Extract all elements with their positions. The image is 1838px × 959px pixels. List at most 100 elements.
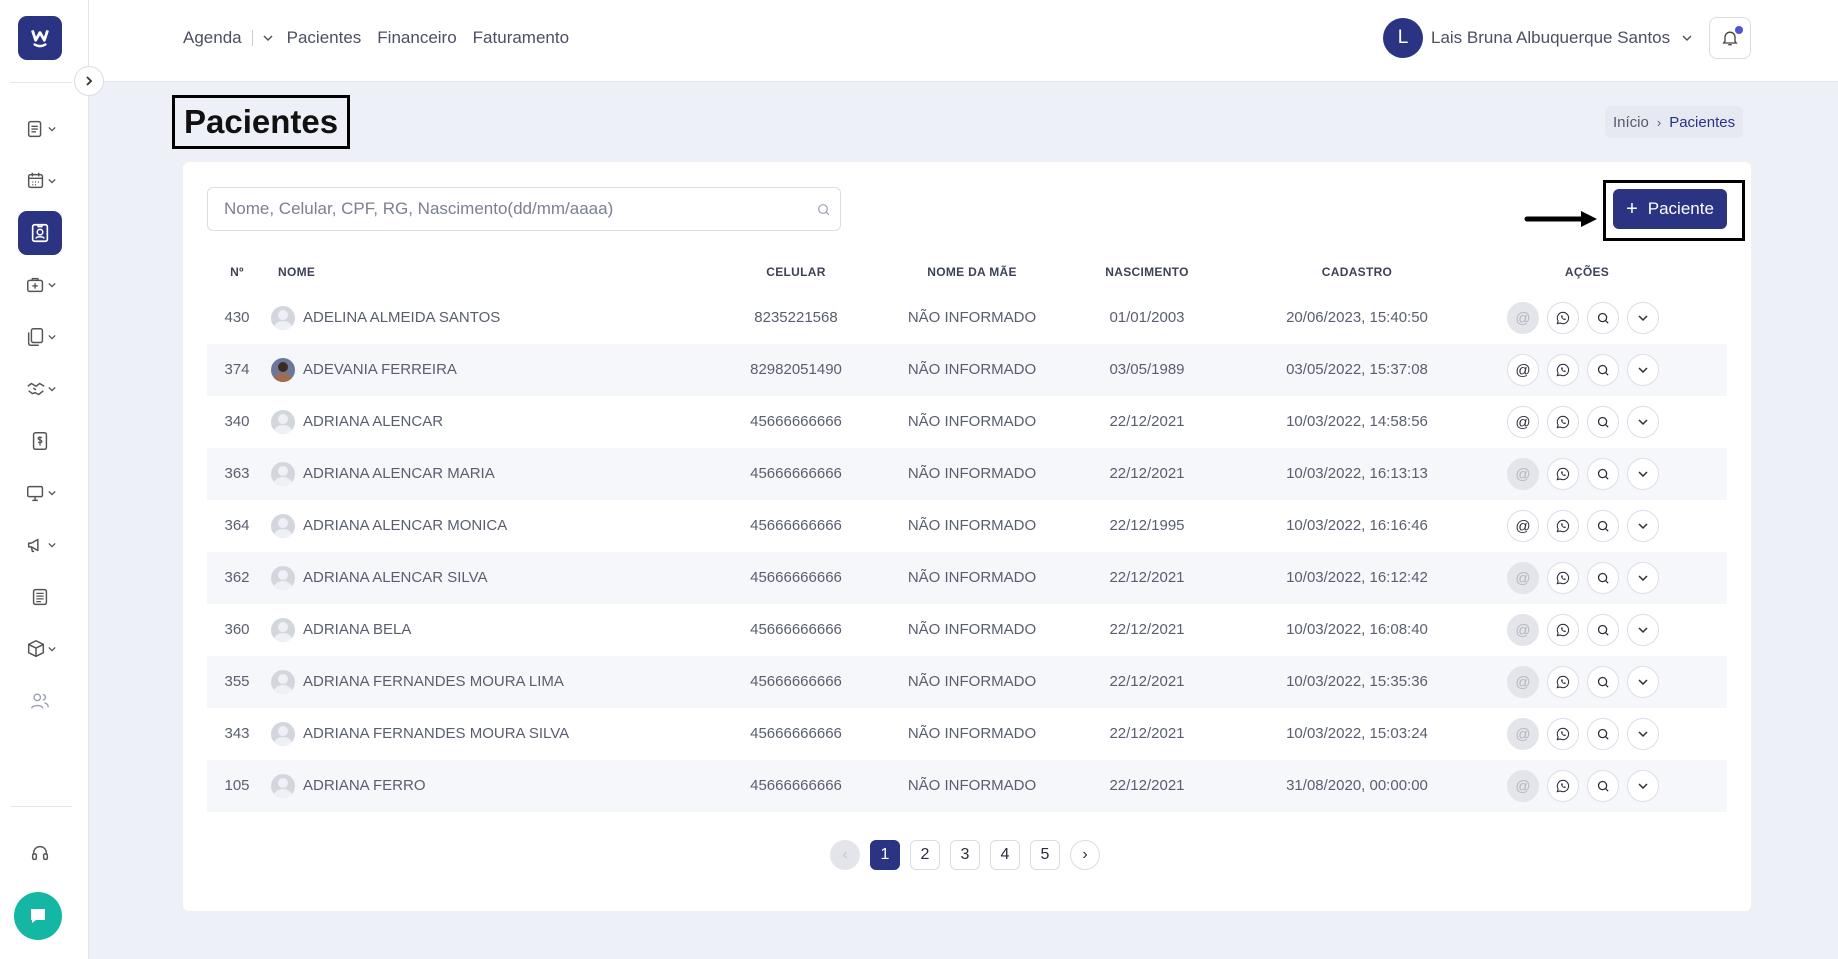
nav-agenda[interactable]: Agenda [183,28,242,48]
whatsapp-button[interactable] [1547,718,1579,750]
notifications-button[interactable] [1709,17,1751,59]
view-button[interactable] [1587,770,1619,802]
sidebar-item-documents[interactable] [18,315,62,359]
page-3-button[interactable]: 3 [950,840,980,870]
cell-nome: ADEVANIA FERREIRA [303,361,457,378]
user-menu[interactable]: L Lais Bruna Albuquerque Santos [1383,18,1692,58]
sidebar-expand-button[interactable] [74,66,104,96]
more-button[interactable] [1627,354,1659,386]
sidebar-item-news[interactable] [18,575,62,619]
box-icon [27,640,44,658]
chevron-down-icon [1638,575,1648,582]
email-button[interactable]: @ [1507,614,1539,646]
chat-button[interactable] [14,892,62,940]
email-button[interactable]: @ [1507,458,1539,490]
nav-pacientes[interactable]: Pacientes [287,28,362,48]
whatsapp-button[interactable] [1547,406,1579,438]
more-button[interactable] [1627,510,1659,542]
view-button[interactable] [1587,614,1619,646]
view-button[interactable] [1587,458,1619,490]
more-button[interactable] [1627,718,1659,750]
search-icon [1597,312,1609,324]
cell-num: 343 [224,725,250,742]
more-button[interactable] [1627,458,1659,490]
whatsapp-button[interactable] [1547,614,1579,646]
table-row[interactable]: 340 ADRIANA ALENCAR 45666666666 NÃO INFORMA… [207,396,1727,448]
chevron-down-icon [1638,367,1648,374]
nav-faturamento[interactable]: Faturamento [473,28,569,48]
sidebar-item-agenda[interactable] [18,159,62,203]
more-button[interactable] [1627,406,1659,438]
sidebar-item-pacientes[interactable] [18,211,62,255]
view-button[interactable] [1587,562,1619,594]
page-5-button[interactable]: 5 [1030,840,1060,870]
table-row[interactable]: 355 ADRIANA FERNANDES MOURA LIMA 456666666… [207,656,1727,708]
cell-nascimento: 22/12/2021 [1109,777,1185,794]
sidebar-item-support[interactable] [18,831,62,875]
more-button[interactable] [1627,614,1659,646]
whatsapp-button[interactable] [1547,458,1579,490]
sidebar-item-briefcase[interactable] [18,263,62,307]
sidebar-item-financeiro[interactable] [18,419,62,463]
add-patient-button[interactable]: + Paciente [1613,189,1727,229]
whatsapp-button[interactable] [1547,510,1579,542]
search-icon [1597,676,1609,688]
email-button[interactable]: @ [1507,406,1539,438]
more-button[interactable] [1627,302,1659,334]
cell-cadastro: 10/03/2022, 16:13:13 [1286,465,1428,482]
view-button[interactable] [1587,302,1619,334]
table-row[interactable]: 430 ADELINA ALMEIDA SANTOS 8235221568 NÃO I… [207,292,1727,344]
breadcrumb-home[interactable]: Início [1613,114,1649,131]
whatsapp-button[interactable] [1547,354,1579,386]
view-button[interactable] [1587,510,1619,542]
email-button[interactable]: @ [1507,354,1539,386]
more-button[interactable] [1627,562,1659,594]
sidebar-item-marketing[interactable] [18,523,62,567]
view-button[interactable] [1587,406,1619,438]
plus-icon: + [1626,198,1638,220]
more-button[interactable] [1627,666,1659,698]
whatsapp-button[interactable] [1547,562,1579,594]
table-row[interactable]: 364 ADRIANA ALENCAR MONICA 45666666666 NÃO … [207,500,1727,552]
cell-num: 362 [224,569,250,586]
cell-celular: 45666666666 [750,465,842,482]
search-icon [1597,520,1609,532]
sidebar-item-menu[interactable] [18,107,62,151]
view-button[interactable] [1587,718,1619,750]
email-button[interactable]: @ [1507,666,1539,698]
email-button[interactable]: @ [1507,770,1539,802]
whatsapp-button[interactable] [1547,770,1579,802]
table-row[interactable]: 360 ADRIANA BELA 45666666666 NÃO INFORMADO 2… [207,604,1727,656]
table-row[interactable]: 105 ADRIANA FERRO 45666666666 NÃO INFORMADO… [207,760,1727,812]
table-row[interactable]: 343 ADRIANA FERNANDES MOURA SILVA 45666666… [207,708,1727,760]
search-icon [1597,416,1609,428]
prev-page-button[interactable]: ‹ [830,840,860,870]
view-button[interactable] [1587,666,1619,698]
search-input[interactable]: Nome, Celular, CPF, RG, Nascimento(dd/mm… [207,187,841,231]
table-row[interactable]: 362 ADRIANA ALENCAR SILVA 45666666666 NÃO I… [207,552,1727,604]
email-button[interactable]: @ [1507,562,1539,594]
page-4-button[interactable]: 4 [990,840,1020,870]
email-button[interactable]: @ [1507,510,1539,542]
nav-financeiro[interactable]: Financeiro [377,28,456,48]
email-button[interactable]: @ [1507,718,1539,750]
chevron-down-icon[interactable] [263,33,273,43]
app-logo[interactable] [18,16,62,60]
page-2-button[interactable]: 2 [910,840,940,870]
page-1-button[interactable]: 1 [870,840,900,870]
whatsapp-button[interactable] [1547,302,1579,334]
sidebar-item-estoque[interactable] [18,627,62,671]
more-button[interactable] [1627,770,1659,802]
next-page-button[interactable]: › [1070,840,1100,870]
view-button[interactable] [1587,354,1619,386]
sidebar-item-handshake[interactable] [18,367,62,411]
table-row[interactable]: 374 ADEVANIA FERREIRA 82982051490 NÃO INFOR… [207,344,1727,396]
cell-nome: ADRIANA FERNANDES MOURA LIMA [303,673,564,690]
email-button[interactable]: @ [1507,302,1539,334]
whatsapp-button[interactable] [1547,666,1579,698]
sidebar-item-users[interactable] [18,679,62,723]
cell-nome-mae: NÃO INFORMADO [907,309,1037,326]
table-row[interactable]: 363 ADRIANA ALENCAR MARIA 45666666666 NÃO I… [207,448,1727,500]
sidebar-item-monitor[interactable] [18,471,62,515]
at-icon: @ [1515,361,1531,379]
